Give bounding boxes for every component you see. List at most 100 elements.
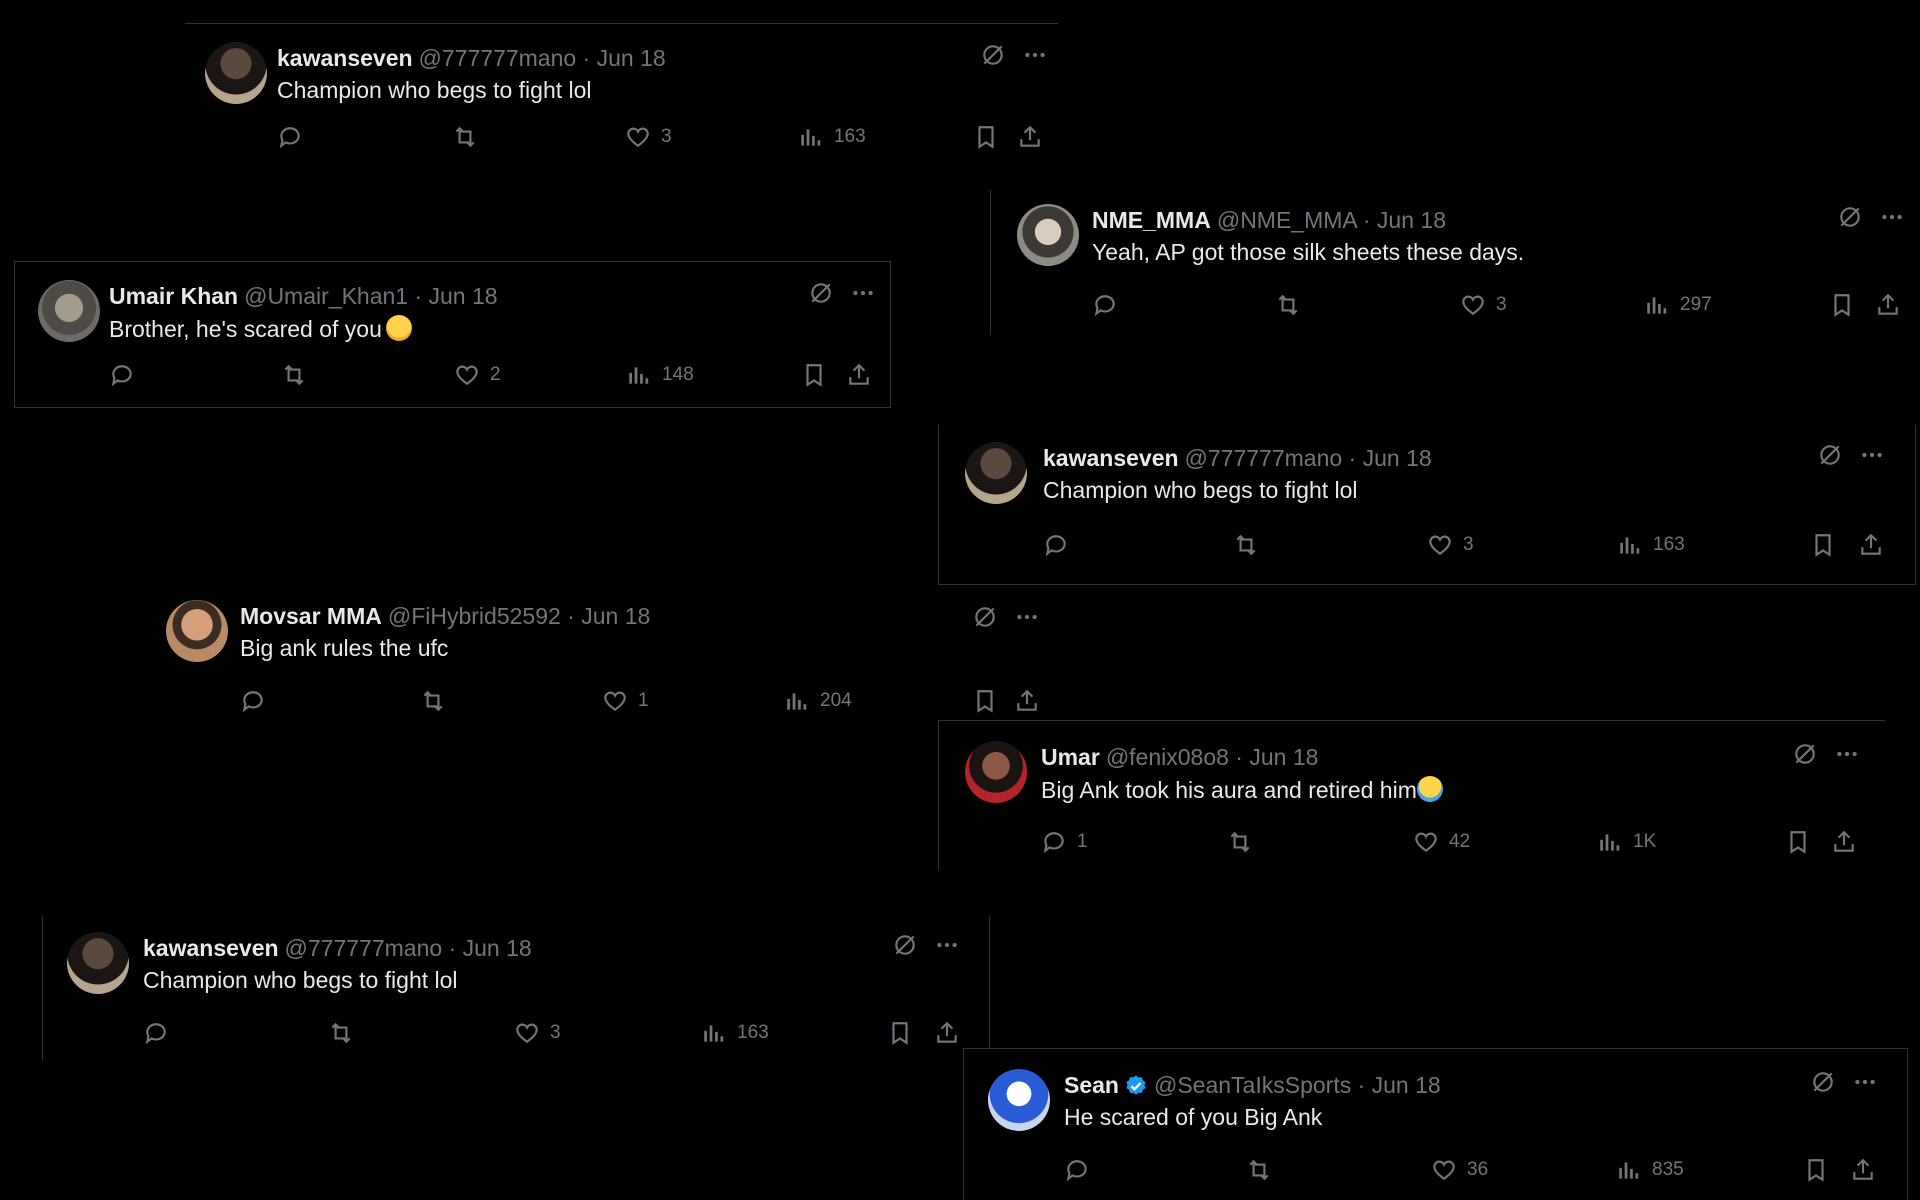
like-button[interactable]: 1	[602, 688, 649, 714]
grok-icon[interactable]	[972, 604, 998, 630]
share-button[interactable]	[1850, 1157, 1876, 1183]
repost-button[interactable]	[1233, 532, 1259, 558]
avatar[interactable]	[1017, 204, 1079, 266]
reply-button[interactable]: 1	[1041, 829, 1088, 855]
grok-icon[interactable]	[892, 932, 918, 958]
bookmark-button[interactable]	[1785, 829, 1811, 855]
views-button[interactable]: 204	[784, 688, 852, 714]
bookmark-button[interactable]	[972, 688, 998, 714]
grok-icon[interactable]	[1792, 741, 1818, 767]
share-button[interactable]	[1017, 124, 1043, 150]
avatar[interactable]	[988, 1069, 1050, 1131]
more-icon[interactable]	[1014, 604, 1040, 630]
author-handle[interactable]: @SeanTaIksSports · Jun 18	[1154, 1072, 1441, 1099]
author-name[interactable]: kawanseven	[277, 45, 413, 72]
author-name[interactable]: NME_MMA	[1092, 207, 1211, 234]
avatar[interactable]	[205, 42, 267, 104]
repost-button[interactable]	[1275, 292, 1301, 318]
post-text: Champion who begs to fight lol	[1043, 477, 1358, 503]
avatar[interactable]	[38, 280, 100, 342]
like-button[interactable]: 3	[1427, 532, 1474, 558]
author-name[interactable]: Sean	[1064, 1072, 1119, 1099]
like-button[interactable]: 3	[1460, 292, 1507, 318]
author-name[interactable]: Umair Khan	[109, 283, 238, 310]
bookmark-button[interactable]	[801, 362, 827, 388]
author-name[interactable]: Movsar MMA	[240, 603, 382, 630]
more-icon[interactable]	[1834, 741, 1860, 767]
author-handle[interactable]: @FiHybrid52592 · Jun 18	[388, 603, 650, 630]
author-name[interactable]: kawanseven	[1043, 445, 1179, 472]
avatar[interactable]	[67, 932, 129, 994]
post-card[interactable]: kawanseven @777777mano · Jun 18 Champion …	[965, 442, 1905, 572]
repost-button[interactable]	[328, 1020, 354, 1046]
more-icon[interactable]	[1022, 42, 1048, 68]
bookmark-button[interactable]	[1803, 1157, 1829, 1183]
avatar[interactable]	[965, 741, 1027, 803]
like-button[interactable]: 36	[1431, 1157, 1488, 1183]
reply-button[interactable]	[240, 688, 276, 714]
views-button[interactable]: 163	[701, 1020, 769, 1046]
grok-icon[interactable]	[980, 42, 1006, 68]
share-button[interactable]	[1831, 829, 1857, 855]
views-button[interactable]: 835	[1616, 1157, 1684, 1183]
author-handle[interactable]: @fenix08o8 · Jun 18	[1106, 744, 1319, 771]
more-icon[interactable]	[1859, 442, 1885, 468]
share-button[interactable]	[1014, 688, 1040, 714]
bookmark-button[interactable]	[1829, 292, 1855, 318]
author-handle[interactable]: @777777mano · Jun 18	[285, 935, 532, 962]
views-button[interactable]: 148	[626, 362, 694, 388]
views-button[interactable]: 163	[1617, 532, 1685, 558]
views-button[interactable]: 1K	[1597, 829, 1656, 855]
post-card[interactable]: Movsar MMA @FiHybrid52592 · Jun 18 Big an…	[166, 600, 866, 720]
verified-badge-icon	[1124, 1074, 1148, 1098]
bookmark-button[interactable]	[887, 1020, 913, 1046]
author-handle[interactable]: @Umair_Khan1 · Jun 18	[244, 283, 497, 310]
repost-button[interactable]	[420, 688, 446, 714]
views-button[interactable]: 297	[1644, 292, 1712, 318]
like-button[interactable]: 3	[514, 1020, 561, 1046]
like-button[interactable]: 3	[625, 124, 672, 150]
post-card[interactable]: Umair Khan @Umair_Khan1 · Jun 18 Brother,…	[38, 280, 888, 400]
grok-icon[interactable]	[1817, 442, 1843, 468]
post-card[interactable]: kawanseven @777777mano · Jun 18 Champion …	[205, 42, 1055, 162]
grok-icon[interactable]	[808, 280, 834, 306]
reply-button[interactable]	[1064, 1157, 1100, 1183]
avatar[interactable]	[166, 600, 228, 662]
repost-button[interactable]	[452, 124, 478, 150]
share-button[interactable]	[934, 1020, 960, 1046]
reply-button[interactable]	[143, 1020, 179, 1046]
grok-icon[interactable]	[1837, 204, 1863, 230]
post-text: Big ank rules the ufc	[240, 635, 449, 661]
author-handle[interactable]: @777777mano · Jun 18	[1185, 445, 1432, 472]
post-card[interactable]: Sean @SeanTaIksSports · Jun 18 He scared …	[988, 1069, 1893, 1194]
repost-button[interactable]	[1246, 1157, 1272, 1183]
author-handle[interactable]: @777777mano · Jun 18	[419, 45, 666, 72]
like-button[interactable]: 42	[1413, 829, 1470, 855]
author-handle[interactable]: @NME_MMA · Jun 18	[1217, 207, 1446, 234]
author-name[interactable]: Umar	[1041, 744, 1100, 771]
bookmark-button[interactable]	[973, 124, 999, 150]
avatar[interactable]	[965, 442, 1027, 504]
grok-icon[interactable]	[1810, 1069, 1836, 1095]
reply-icon	[1064, 1157, 1090, 1183]
reply-button[interactable]	[1092, 292, 1128, 318]
reply-button[interactable]	[1043, 532, 1079, 558]
like-button[interactable]: 2	[454, 362, 501, 388]
post-card[interactable]: Umar @fenix08o8 · Jun 18 Big Ank took his…	[965, 741, 1875, 861]
views-button[interactable]: 163	[798, 124, 866, 150]
post-card[interactable]: kawanseven @777777mano · Jun 18 Champion …	[67, 932, 967, 1052]
repost-button[interactable]	[1227, 829, 1253, 855]
repost-button[interactable]	[281, 362, 307, 388]
share-button[interactable]	[846, 362, 872, 388]
share-button[interactable]	[1858, 532, 1884, 558]
share-button[interactable]	[1875, 292, 1901, 318]
author-name[interactable]: kawanseven	[143, 935, 279, 962]
reply-button[interactable]	[277, 124, 313, 150]
bookmark-button[interactable]	[1810, 532, 1836, 558]
more-icon[interactable]	[934, 932, 960, 958]
more-icon[interactable]	[850, 280, 876, 306]
more-icon[interactable]	[1852, 1069, 1878, 1095]
post-card[interactable]: NME_MMA @NME_MMA · Jun 18 Yeah, AP got th…	[1017, 204, 1907, 324]
reply-button[interactable]	[109, 362, 145, 388]
more-icon[interactable]	[1879, 204, 1905, 230]
